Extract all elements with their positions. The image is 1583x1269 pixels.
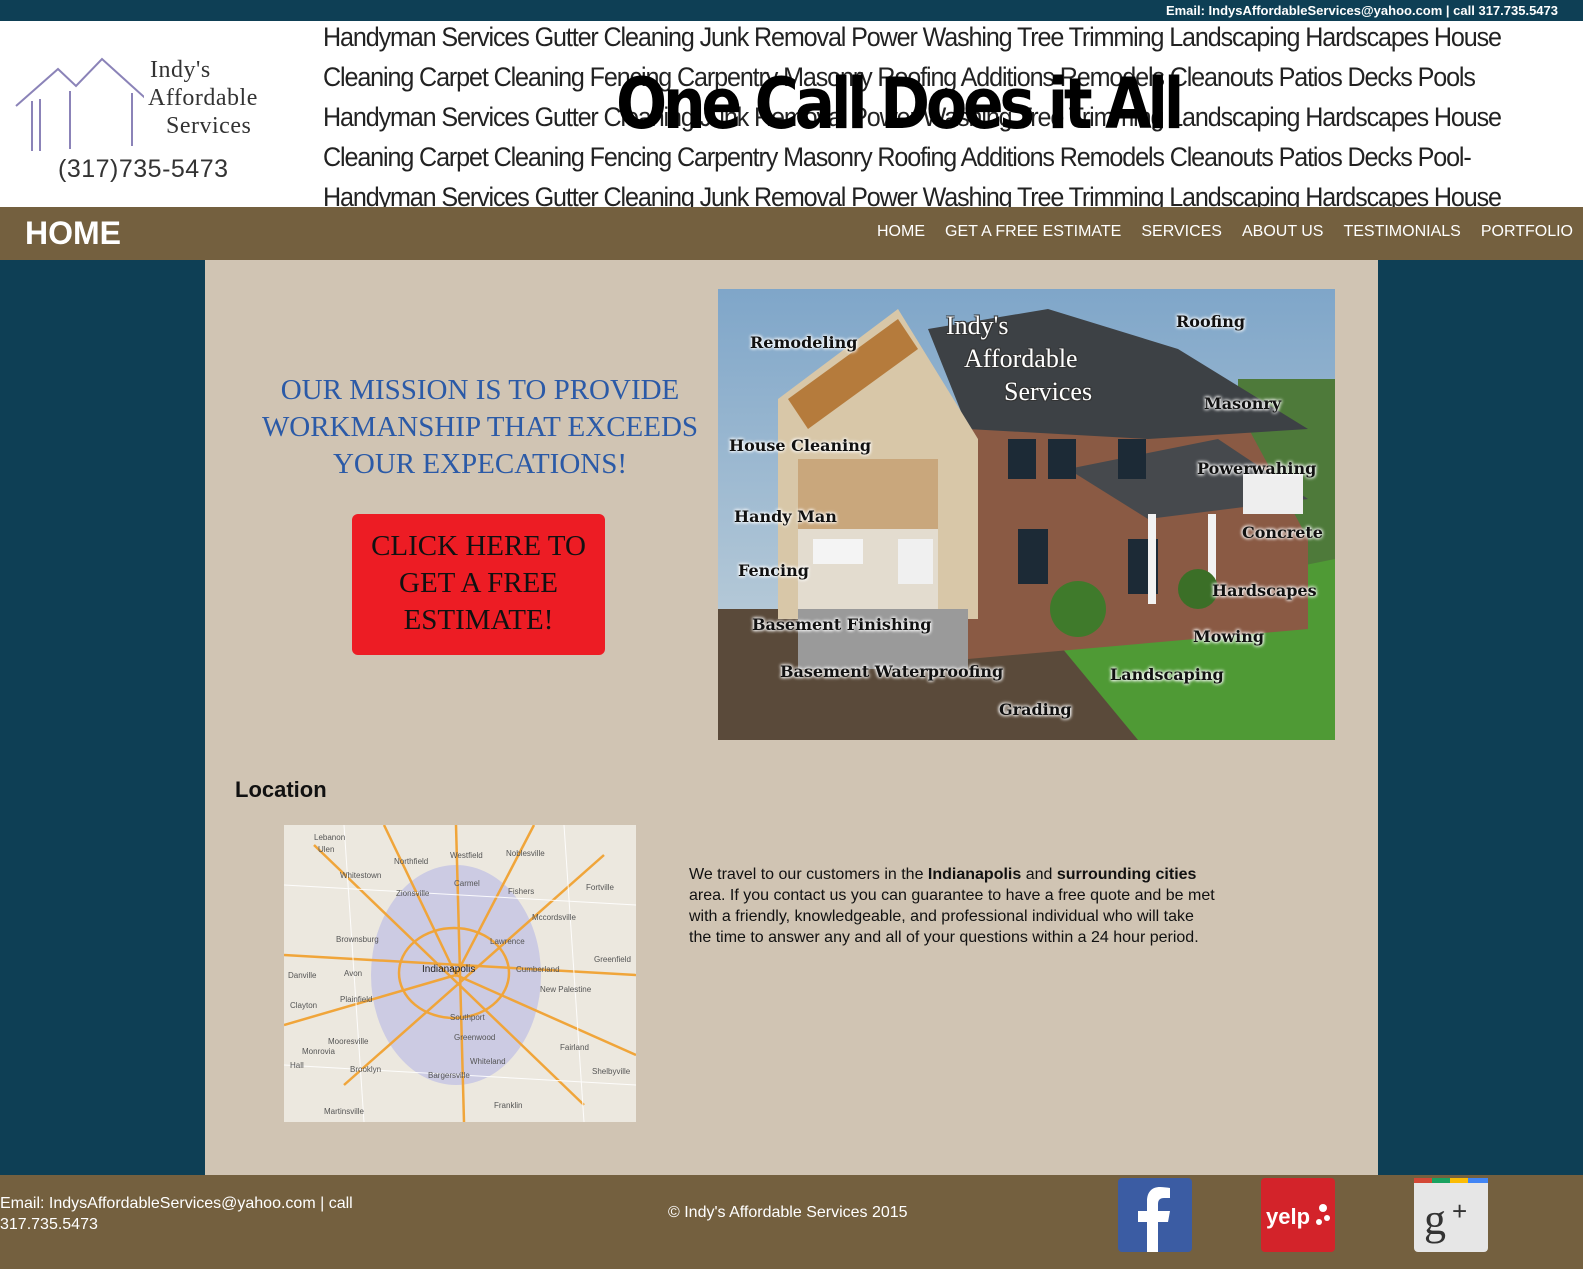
map-town-label: Ulen [318,845,335,854]
map-town-label: Cumberland [516,965,560,974]
map-town-label: Zionsville [396,889,430,898]
location-text-part: area. If you contact us you can guarante… [689,887,1215,946]
logo-phone: (317)735-5473 [58,155,229,183]
map-town-label: Monrovia [302,1047,335,1056]
house-services-image: Indy's Affordable Services Remodeling Ro… [718,289,1335,740]
map-town-label: Whiteland [470,1057,506,1066]
nav-portfolio[interactable]: PORTFOLIO [1481,223,1573,241]
nav-testimonials[interactable]: TESTIMONIALS [1343,223,1460,241]
map-town-label: Brownsburg [336,935,379,944]
map-town-label: Bargersville [428,1071,470,1080]
site-header: Indy's Affordable Services (317)735-5473… [0,21,1583,207]
map-town-label: Clayton [290,1001,318,1010]
hero-brand-line: Affordable [964,344,1078,373]
logo-line-2: Affordable [148,85,258,111]
logo-company-name: Indy's Affordable Services [136,56,316,140]
label-grading: Grading [999,700,1072,719]
label-landscaping: Landscaping [1110,665,1224,684]
service-line: Handyman Services Gutter Cleaning Junk R… [323,22,1502,52]
yelp-glyph: yelp [1266,1204,1330,1229]
map-town-label: New Palestine [540,985,592,994]
mission-statement: OUR MISSION IS TO PROVIDE WORKMANSHIP TH… [261,374,699,480]
label-mowing: Mowing [1193,627,1265,646]
hero-brand-line: Services [1004,377,1093,406]
logo-line-1: Indy's [150,57,211,83]
logo-line-3: Services [166,113,252,139]
company-logo[interactable]: Indy's Affordable Services (317)735-5473 [14,51,314,201]
nav-links: HOME GET A FREE ESTIMATE SERVICES ABOUT … [877,223,1573,241]
map-town-label: Carmel [454,879,480,888]
map-town-label: Franklin [494,1101,523,1110]
top-contact-bar: Email: IndysAffordableServices@yahoo.com… [0,0,1583,21]
map-town-label: Brooklyn [350,1065,382,1074]
map-town-label: Mccordsville [532,913,577,922]
map-town-label: Greenwood [454,1033,496,1042]
google-plus-glyph: g + [1414,1178,1488,1244]
map-town-label: Fairland [560,1043,589,1052]
location-heading: Location [235,777,327,802]
nav-home[interactable]: HOME [877,223,925,241]
label-concrete: Concrete [1242,523,1323,542]
house-roof-logo-icon [15,57,144,151]
top-contact-text: Email: IndysAffordableServices@yahoo.com… [1165,3,1558,18]
location-description: We travel to our customers in the Indian… [689,864,1219,948]
map-town-label: Hall [290,1061,304,1070]
map-town-label: Fortville [586,883,615,892]
svg-text:g: g [1424,1195,1446,1244]
nav-about-us[interactable]: ABOUT US [1242,223,1324,241]
label-masonry: Masonry [1204,394,1282,413]
svg-text:yelp: yelp [1266,1204,1310,1229]
tagline: One Call Does it All [616,63,1184,145]
label-hardscapes: Hardscapes [1212,581,1317,600]
label-handy-man: Handy Man [734,507,837,526]
map-town-label: Martinsville [324,1107,365,1116]
page-title: HOME [25,215,121,251]
map-town-label: Lebanon [314,833,346,842]
map-town-label: Plainfield [340,995,373,1004]
label-basement-waterproofing: Basement Waterproofing [780,662,1004,681]
map-city-label: Indianapolis [422,964,476,975]
map-town-label: Noblesville [506,849,545,858]
facebook-glyph [1138,1187,1170,1252]
hero-brand: Indy's Affordable Services [946,309,1092,408]
map-town-label: Westfield [450,851,483,860]
svg-text:+: + [1452,1196,1467,1226]
map-town-label: Avon [344,969,363,978]
nav-services[interactable]: SERVICES [1141,223,1222,241]
map-town-label: Danville [288,971,317,980]
hero-brand-line: Indy's [946,311,1009,340]
map-town-label: Northfield [394,857,429,866]
location-text-part: We travel to our customers in the [689,866,928,883]
facebook-icon[interactable] [1118,1178,1192,1252]
google-plus-icon[interactable]: g + [1414,1178,1488,1252]
label-remodeling: Remodeling [750,333,858,352]
site-footer: Email: IndysAffordableServices@yahoo.com… [0,1175,1583,1269]
location-text-bold: surrounding cities [1056,866,1197,883]
free-estimate-button[interactable]: CLICK HERE TO GET A FREE ESTIMATE! [352,514,605,655]
label-roofing: Roofing [1176,312,1246,331]
location-text-part: and [1021,866,1057,883]
map-town-label: Lawrence [490,937,525,946]
yelp-icon[interactable]: yelp [1261,1178,1335,1252]
label-fencing: Fencing [738,561,809,580]
main-content: OUR MISSION IS TO PROVIDE WORKMANSHIP TH… [205,260,1378,1180]
nav-free-estimate[interactable]: GET A FREE ESTIMATE [945,223,1121,241]
location-text-bold: Indianapolis [927,866,1022,883]
map-town-label: Whitestown [340,871,382,880]
map-town-label: Mooresville [328,1037,369,1046]
label-basement-finishing: Basement Finishing [752,615,932,634]
main-navigation: HOME HOME GET A FREE ESTIMATE SERVICES A… [0,207,1583,260]
service-area-map[interactable]: Indianapolis Northfield Westfield Nobles… [284,825,636,1122]
map-town-label: Greenfield [594,955,631,964]
footer-copyright: © Indy's Affordable Services 2015 [668,1204,908,1221]
label-house-cleaning: House Cleaning [729,436,872,455]
map-town-label: Southport [450,1013,485,1022]
map-town-label: Shelbyville [592,1067,631,1076]
service-line: Handyman Services Gutter Cleaning Junk R… [323,182,1502,207]
label-powerwashing: Powerwahing [1197,459,1317,478]
map-town-label: Fishers [508,887,535,896]
footer-contact: Email: IndysAffordableServices@yahoo.com… [0,1195,353,1233]
